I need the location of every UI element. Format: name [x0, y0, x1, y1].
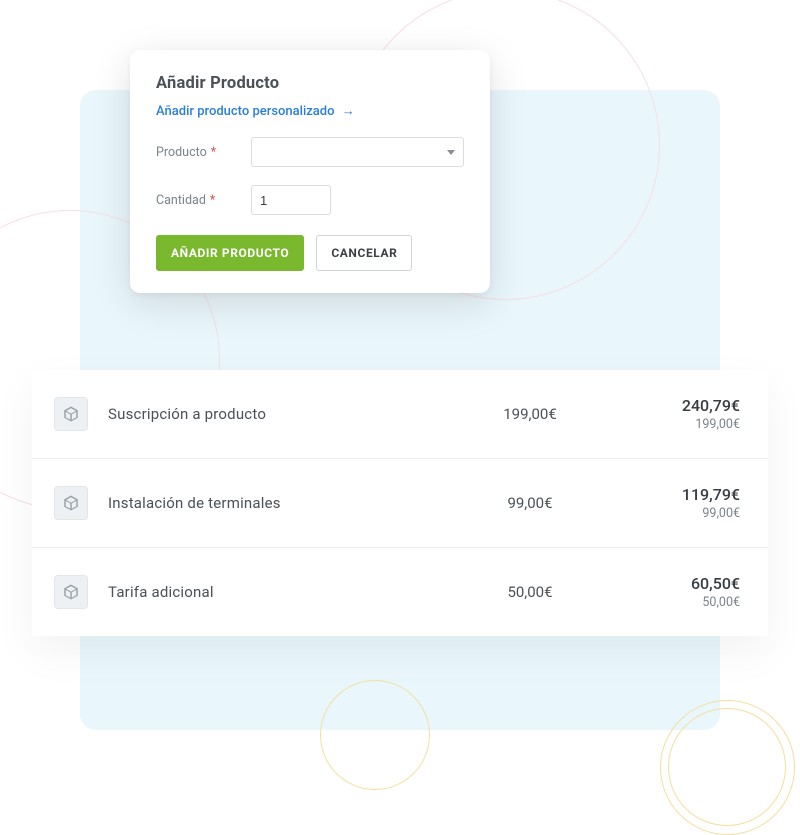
product-label-text: Producto — [156, 145, 207, 160]
list-item[interactable]: Tarifa adicional 50,00€ 60,50€ 50,00€ — [32, 548, 768, 636]
package-icon — [54, 575, 88, 609]
product-total-gross: 240,79€ — [620, 396, 740, 415]
chevron-down-icon — [447, 150, 455, 155]
add-custom-product-text: Añadir producto personalizado — [156, 104, 335, 119]
product-list: Suscripción a producto 199,00€ 240,79€ 1… — [32, 370, 768, 636]
quantity-label: Cantidad * — [156, 193, 251, 208]
submit-button[interactable]: AÑADIR PRODUCTO — [156, 235, 304, 271]
package-icon — [54, 397, 88, 431]
product-total-gross: 119,79€ — [620, 485, 740, 504]
package-icon — [54, 486, 88, 520]
card-actions: AÑADIR PRODUCTO CANCELAR — [156, 235, 464, 271]
product-label: Producto * — [156, 145, 251, 160]
product-unit-price: 99,00€ — [460, 494, 600, 512]
product-total-net: 50,00€ — [620, 595, 740, 610]
product-totals: 240,79€ 199,00€ — [620, 396, 740, 432]
product-unit-price: 50,00€ — [460, 583, 600, 601]
product-total-gross: 60,50€ — [620, 574, 740, 593]
quantity-label-text: Cantidad — [156, 193, 206, 208]
decorative-circle — [320, 680, 430, 790]
card-title: Añadir Producto — [156, 74, 464, 93]
product-unit-price: 199,00€ — [460, 405, 600, 423]
add-product-card: Añadir Producto Añadir producto personal… — [130, 50, 490, 293]
cancel-button[interactable]: CANCELAR — [316, 235, 412, 271]
decorative-circle — [668, 708, 786, 826]
product-select[interactable] — [251, 137, 464, 167]
quantity-input[interactable] — [251, 185, 331, 215]
product-total-net: 99,00€ — [620, 506, 740, 521]
product-name: Tarifa adicional — [108, 583, 440, 601]
required-mark: * — [211, 145, 216, 160]
product-total-net: 199,00€ — [620, 417, 740, 432]
quantity-row: Cantidad * — [156, 185, 464, 215]
arrow-right-icon: → — [342, 104, 355, 119]
product-totals: 60,50€ 50,00€ — [620, 574, 740, 610]
product-name: Suscripción a producto — [108, 405, 440, 423]
list-item[interactable]: Instalación de terminales 99,00€ 119,79€… — [32, 459, 768, 548]
product-row: Producto * — [156, 137, 464, 167]
required-mark: * — [210, 193, 215, 208]
product-name: Instalación de terminales — [108, 494, 440, 512]
list-item[interactable]: Suscripción a producto 199,00€ 240,79€ 1… — [32, 370, 768, 459]
product-totals: 119,79€ 99,00€ — [620, 485, 740, 521]
add-custom-product-link[interactable]: Añadir producto personalizado → — [156, 103, 464, 119]
